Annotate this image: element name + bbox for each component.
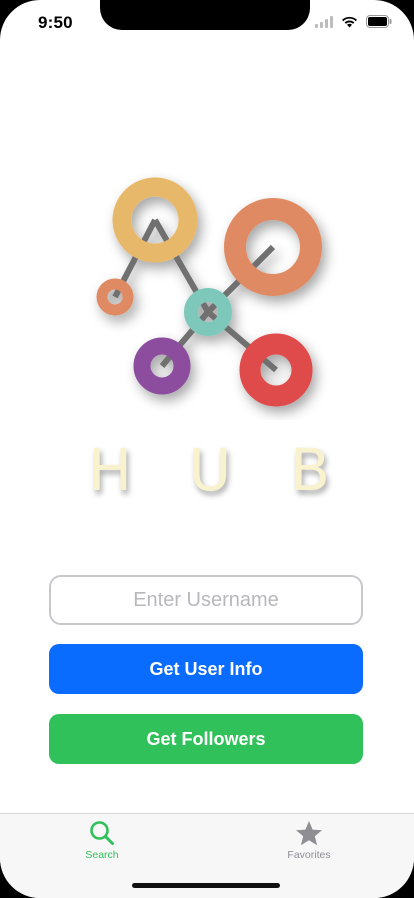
device-notch [100,0,310,30]
tab-search[interactable]: Search [57,820,147,861]
wifi-icon [342,16,357,27]
get-user-info-button[interactable]: Get User Info [49,644,363,694]
app-logo: H U B [0,150,414,510]
tab-search-label: Search [85,849,119,861]
logo-letter-u: U [188,436,232,504]
star-icon [296,821,322,846]
cellular-signal-icon [315,15,333,28]
status-icons [315,15,392,28]
logo-letter-b: B [290,436,330,504]
tab-favorites-label: Favorites [287,849,331,861]
tab-favorites[interactable]: Favorites [264,820,354,861]
home-indicator[interactable] [132,883,280,888]
logo-letter-h: H [88,436,132,504]
battery-icon [366,15,392,28]
app-screen: 9:50 H U B Enter Username Get User Info … [0,0,414,898]
network-hub-logo-icon [96,177,322,407]
get-followers-button[interactable]: Get Followers [49,714,363,764]
status-time: 9:50 [38,13,73,32]
hub-wordmark: H U B [80,435,340,505]
username-input[interactable] [49,575,363,625]
magnifying-glass-icon [90,821,114,845]
